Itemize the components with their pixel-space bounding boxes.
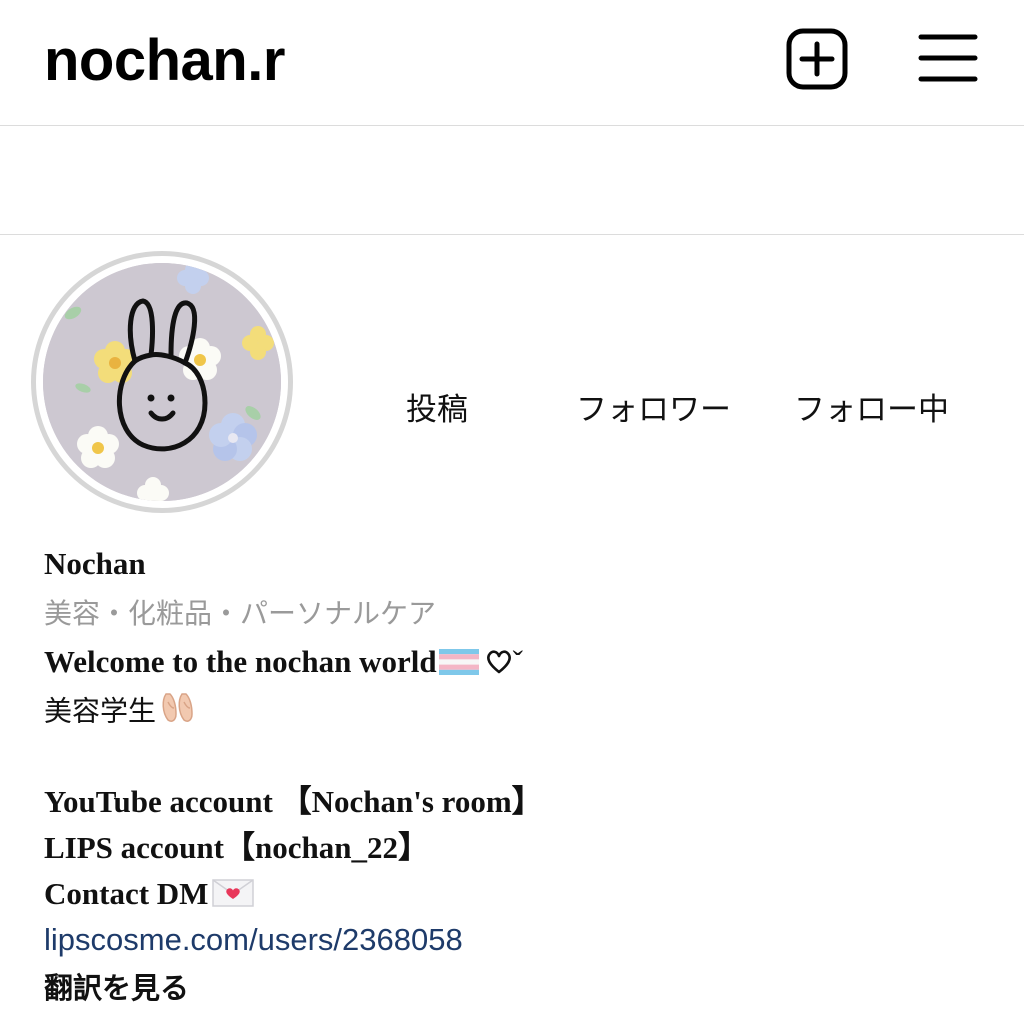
profile-screen: nochan.r 投稿 フォロワー フォロー中 Nochan 美容・化粧品・パー… <box>0 0 1024 1024</box>
shoe-icon <box>158 690 200 735</box>
stat-posts[interactable]: 投稿 <box>406 388 468 432</box>
bio-line-welcome: Welcome to the nochan world ˇ <box>44 642 523 685</box>
new-post-button[interactable] <box>786 28 848 90</box>
empty-banner-area <box>0 126 1024 235</box>
bio-link[interactable]: lipscosme.com/users/2368058 <box>44 920 463 960</box>
bio-line-contact: Contact DM <box>44 874 255 917</box>
bio-line-student: 美容学生 <box>44 690 200 735</box>
heart-outline-icon <box>485 645 513 685</box>
bio-student-text: 美容学生 <box>44 694 157 728</box>
stat-followers[interactable]: フォロワー <box>576 388 731 432</box>
menu-button[interactable] <box>918 32 978 84</box>
bio-line-lips: LIPS account【nochan_22】 <box>44 830 429 865</box>
stat-following[interactable]: フォロー中 <box>794 388 949 432</box>
see-translation-link[interactable]: 翻訳を見る <box>44 968 189 1008</box>
bunny-avatar-icon <box>43 263 281 501</box>
bio-welcome-suffix: ˇ <box>512 644 523 679</box>
top-bar: nochan.r <box>0 0 1024 126</box>
profile-username[interactable]: nochan.r <box>44 26 285 96</box>
avatar[interactable] <box>43 263 281 501</box>
bio-welcome-text: Welcome to the nochan world <box>44 644 437 679</box>
bio-line-youtube: YouTube account 【Nochan's room】 <box>44 784 543 819</box>
profile-category: 美容・化粧品・パーソナルケア <box>44 597 437 630</box>
plus-square-icon <box>786 28 848 90</box>
transgender-flag-icon <box>438 645 479 685</box>
love-letter-icon <box>212 877 255 917</box>
hamburger-menu-icon <box>918 34 978 82</box>
bio-contact-text: Contact DM <box>44 876 209 911</box>
display-name: Nochan <box>44 546 146 581</box>
